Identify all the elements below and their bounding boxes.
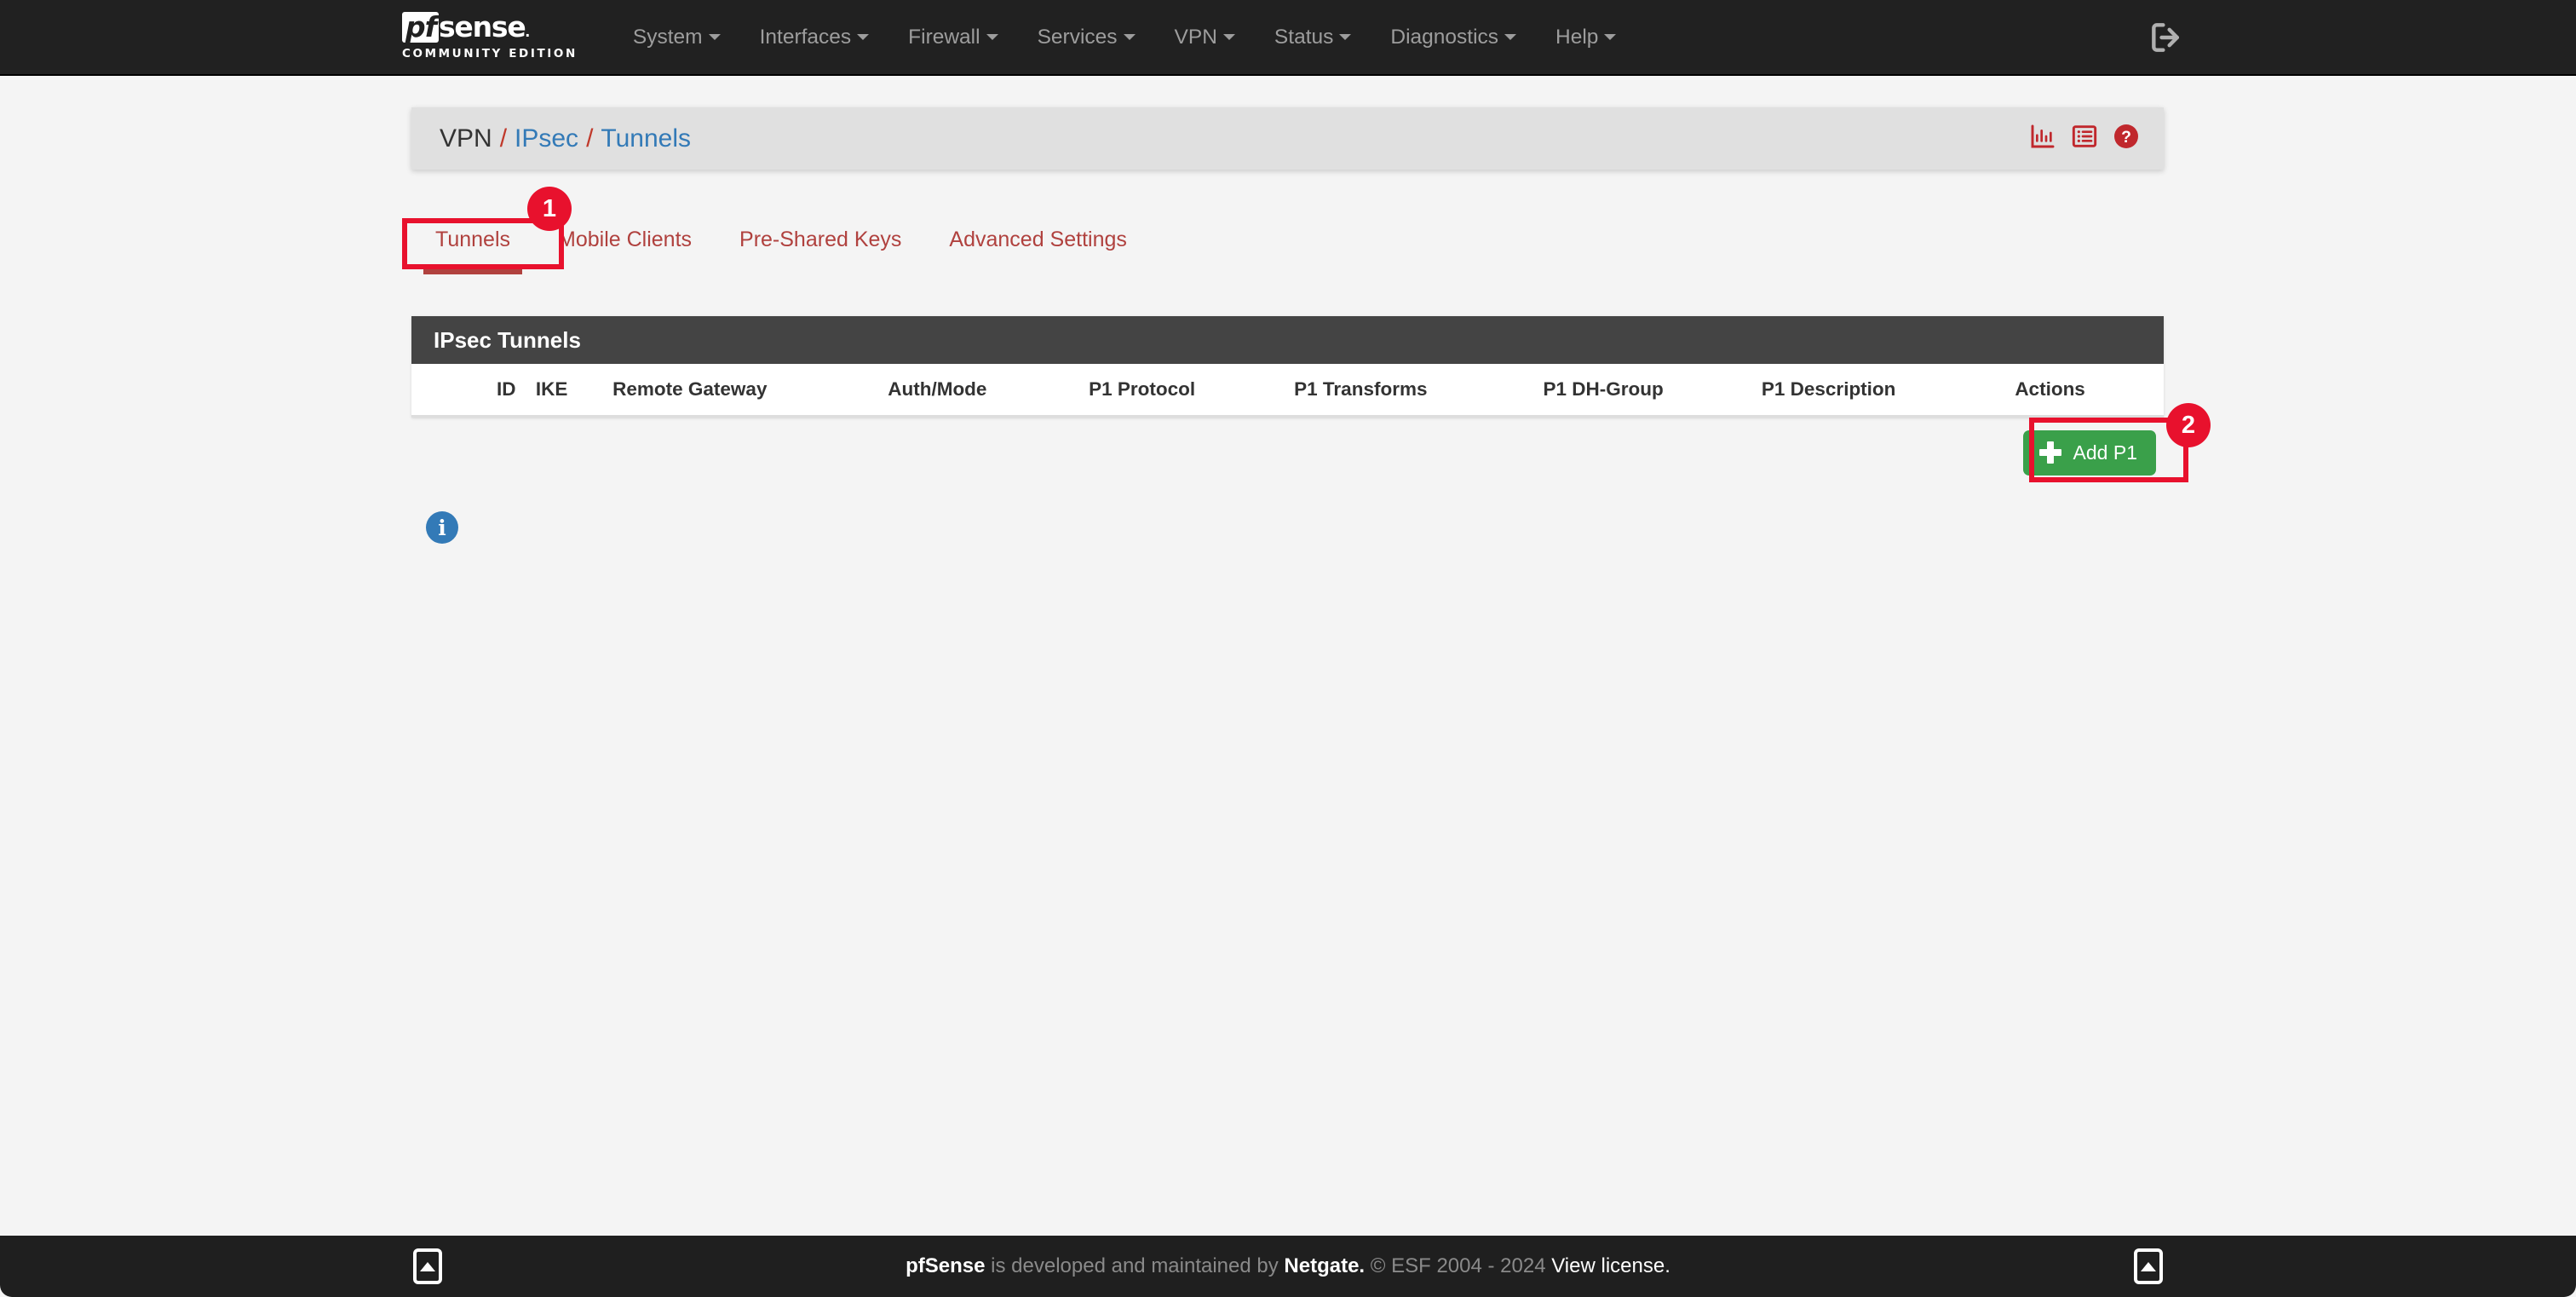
- column-header-ike: IKE: [526, 364, 605, 418]
- breadcrumb-section-ipsec[interactable]: IPsec: [515, 124, 578, 153]
- panel-actions-row: Add P1: [411, 414, 2164, 491]
- footer-brand: pfSense: [906, 1254, 986, 1277]
- column-header-p1-description: P1 Description: [1752, 364, 2007, 418]
- info-icon[interactable]: i: [426, 511, 458, 544]
- chevron-down-icon: [986, 33, 998, 40]
- chevron-down-icon: [1504, 33, 1517, 40]
- ipsec-tunnels-panel: IPsec Tunnels ID IKE Remote Gateway Auth…: [411, 316, 2164, 418]
- plus-icon: [2038, 441, 2061, 464]
- footer-text: pfSense is developed and maintained by N…: [906, 1254, 1670, 1278]
- column-header-p1-transforms: P1 Transforms: [1285, 364, 1535, 418]
- column-header-p1-dh-group: P1 DH-Group: [1534, 364, 1753, 418]
- pfsense-page: pf sense. COMMUNITY EDITION System Interf…: [0, 0, 2576, 1297]
- footer-company: Netgate.: [1284, 1254, 1366, 1277]
- nav-item-interfaces[interactable]: Interfaces: [740, 0, 889, 74]
- nav-item-diagnostics-label: Diagnostics: [1390, 26, 1499, 49]
- column-header-auth-mode: Auth/Mode: [879, 364, 1081, 418]
- chevron-down-icon: [1222, 33, 1235, 40]
- footer-copyright: © ESF 2004 - 2024: [1365, 1254, 1552, 1277]
- chevron-down-icon: [857, 33, 870, 40]
- scroll-to-top-icon[interactable]: [413, 1248, 442, 1284]
- chevron-down-icon: [708, 33, 721, 40]
- navbar-inner: pf sense. COMMUNITY EDITION System Interf…: [402, 0, 1636, 74]
- column-header-actions: Actions: [2006, 364, 2164, 418]
- tab-mobile-clients[interactable]: Mobile Clients: [534, 219, 716, 264]
- breadcrumb-icon-group: ?: [2029, 123, 2140, 154]
- tab-bar: Tunnels Mobile Clients Pre-Shared Keys A…: [411, 219, 1151, 274]
- page-footer: pfSense is developed and maintained by N…: [0, 1236, 2576, 1297]
- nav-item-diagnostics[interactable]: Diagnostics: [1371, 0, 1536, 74]
- tab-pre-shared-keys-label: Pre-Shared Keys: [739, 228, 902, 251]
- navbar-menu: System Interfaces Firewall Services VPN …: [613, 0, 1636, 74]
- tab-mobile-clients-label: Mobile Clients: [558, 228, 693, 251]
- tab-advanced-settings[interactable]: Advanced Settings: [925, 219, 1150, 264]
- panel-title: IPsec Tunnels: [411, 316, 2164, 364]
- pfsense-logo[interactable]: pf sense. COMMUNITY EDITION: [402, 12, 578, 62]
- triangle-up-icon: [2141, 1261, 2156, 1271]
- brand-sense-text: sense: [438, 10, 526, 43]
- chevron-down-icon: [1604, 33, 1617, 40]
- nav-item-system[interactable]: System: [613, 0, 740, 74]
- ipsec-tunnels-table: ID IKE Remote Gateway Auth/Mode P1 Proto…: [411, 364, 2164, 418]
- brand-pf-text: pf: [402, 12, 439, 43]
- panel-body: ID IKE Remote Gateway Auth/Mode P1 Proto…: [411, 364, 2164, 418]
- column-header-p1-protocol: P1 Protocol: [1080, 364, 1286, 418]
- add-p1-button[interactable]: Add P1: [2022, 429, 2156, 476]
- breadcrumb-page-tunnels[interactable]: Tunnels: [601, 124, 691, 153]
- log-icon[interactable]: [2071, 123, 2098, 154]
- nav-item-system-label: System: [632, 26, 703, 49]
- nav-item-interfaces-label: Interfaces: [759, 26, 852, 49]
- table-header-row: ID IKE Remote Gateway Auth/Mode P1 Proto…: [411, 364, 2164, 418]
- table-header: ID IKE Remote Gateway Auth/Mode P1 Proto…: [411, 364, 2164, 418]
- help-icon[interactable]: ?: [2113, 123, 2140, 154]
- nav-item-status[interactable]: Status: [1255, 0, 1371, 74]
- tab-tunnels-label: Tunnels: [435, 228, 511, 251]
- tab-tunnels[interactable]: Tunnels: [411, 219, 534, 274]
- chart-icon[interactable]: [2029, 123, 2056, 154]
- nav-item-services-label: Services: [1037, 26, 1118, 49]
- triangle-up-icon: [420, 1261, 435, 1271]
- nav-item-vpn[interactable]: VPN: [1155, 0, 1255, 74]
- breadcrumb-root: VPN: [440, 124, 492, 153]
- breadcrumb-bar: VPN / IPsec / Tunnels ?: [411, 107, 2164, 170]
- breadcrumb: VPN / IPsec / Tunnels: [440, 124, 691, 153]
- nav-item-help[interactable]: Help: [1536, 0, 1636, 74]
- chevron-down-icon: [1339, 33, 1352, 40]
- brand-edition-text: COMMUNITY EDITION: [402, 47, 578, 61]
- add-p1-button-label: Add P1: [2073, 441, 2137, 464]
- footer-view-license-link[interactable]: View license.: [1551, 1254, 1670, 1277]
- column-header-id: ID: [411, 364, 527, 418]
- nav-item-help-label: Help: [1555, 26, 1599, 49]
- nav-item-status-label: Status: [1274, 26, 1334, 49]
- breadcrumb-separator: /: [499, 124, 508, 153]
- logout-icon[interactable]: [2147, 19, 2186, 56]
- scroll-to-top-icon[interactable]: [2134, 1248, 2163, 1284]
- svg-text:?: ?: [2121, 129, 2131, 147]
- footer-middle: is developed and maintained by: [985, 1254, 1285, 1277]
- nav-item-services[interactable]: Services: [1018, 0, 1155, 74]
- nav-item-vpn-label: VPN: [1174, 26, 1217, 49]
- tab-pre-shared-keys[interactable]: Pre-Shared Keys: [716, 219, 925, 264]
- nav-item-firewall-label: Firewall: [908, 26, 980, 49]
- brand-trademark-dot: .: [525, 22, 531, 41]
- column-header-remote-gateway: Remote Gateway: [604, 364, 880, 418]
- nav-item-firewall[interactable]: Firewall: [888, 0, 1017, 74]
- annotation-badge-2: 2: [2166, 403, 2211, 447]
- info-note: i: [426, 511, 458, 544]
- top-navbar: pf sense. COMMUNITY EDITION System Interf…: [0, 0, 2576, 76]
- brand-logo-mark: pf sense.: [402, 12, 530, 44]
- breadcrumb-separator: /: [586, 124, 594, 153]
- tab-advanced-settings-label: Advanced Settings: [949, 228, 1127, 251]
- chevron-down-icon: [1123, 33, 1136, 40]
